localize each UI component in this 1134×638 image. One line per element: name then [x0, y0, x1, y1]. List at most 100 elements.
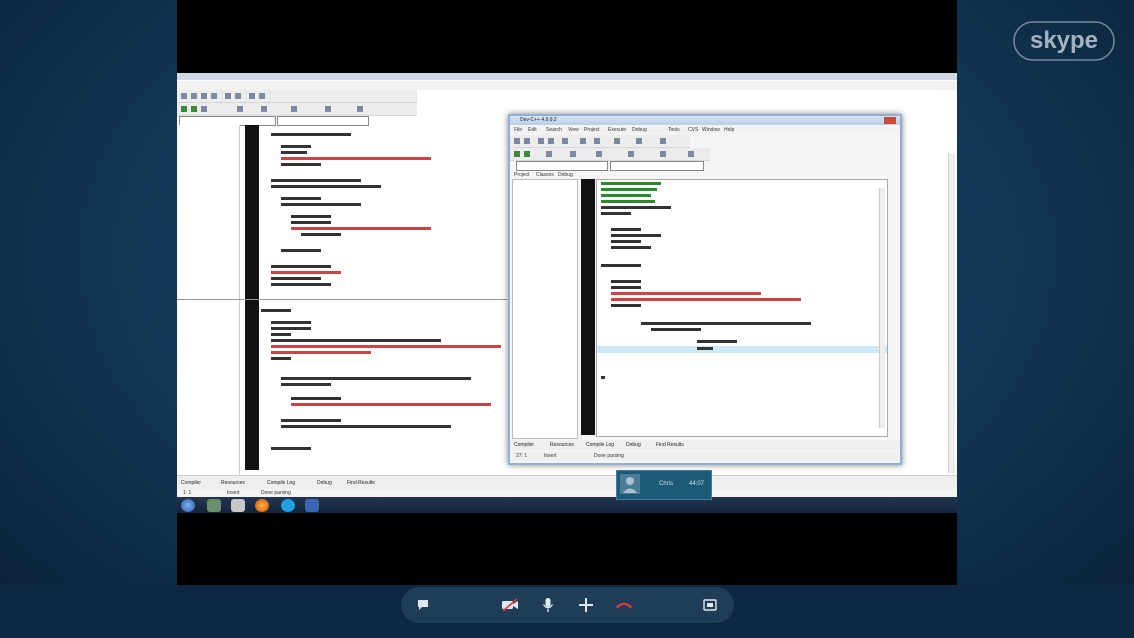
main-toolbar-2 [177, 103, 417, 116]
toolbar-icon [546, 151, 552, 157]
second-status-parsing: Done parsing [594, 453, 624, 459]
hang-up-button[interactable] [614, 595, 634, 615]
second-window-title: Dev-C++ 4.9.9.2 [520, 117, 557, 123]
toolbar-icon [514, 151, 520, 157]
video-off-icon [502, 598, 518, 612]
second-tab-debug[interactable]: Debug [626, 442, 641, 448]
toolbar-icon [636, 138, 642, 144]
toolbar-icon [660, 151, 666, 157]
call-controls-bar [401, 587, 734, 623]
main-status-parsing: Done parsing [261, 490, 291, 496]
main-tab-find-results[interactable]: Find Results [347, 480, 375, 486]
firefox-icon [255, 499, 269, 512]
second-tab-compiler[interactable]: Compiler [514, 442, 534, 448]
menu-edit[interactable]: Edit [528, 127, 537, 133]
second-class-combo[interactable] [516, 161, 608, 171]
main-tab-resources[interactable]: Resources [221, 480, 245, 486]
toolbar-icon [325, 106, 331, 112]
main-scrollbar[interactable] [948, 153, 955, 473]
toolbar-icon [580, 138, 586, 144]
menu-execute[interactable]: Execute [608, 127, 626, 133]
shared-screen-video[interactable]: Compiler Resources Compile Log Debug Fin… [177, 0, 957, 585]
skype-logo-text: skype [1030, 27, 1098, 54]
menu-project[interactable]: Project [584, 127, 600, 133]
avatar-icon [623, 477, 637, 493]
hang-up-icon [615, 602, 633, 609]
menu-debug[interactable]: Debug [632, 127, 647, 133]
add-button[interactable] [576, 595, 596, 615]
chat-icon [418, 600, 428, 610]
toolbar-icon [291, 106, 297, 112]
menu-view[interactable]: View [568, 127, 579, 133]
tab-project[interactable]: Project [514, 172, 530, 178]
toolbar-icon [201, 93, 207, 99]
main-tab-debug[interactable]: Debug [317, 480, 332, 486]
second-tab-resources[interactable]: Resources [550, 442, 574, 448]
tab-debug[interactable]: Debug [558, 172, 573, 178]
toolbar-icon [211, 93, 217, 99]
second-left-tabs: Project Classes Debug [512, 172, 576, 179]
toolbar-icon [249, 93, 255, 99]
editor-gutter [245, 125, 259, 470]
toolbar-icon [660, 138, 666, 144]
main-tab-compile-log[interactable]: Compile Log [267, 480, 295, 486]
main-bottom-tabs: Compiler Resources Compile Log Debug Fin… [177, 475, 957, 490]
remote-desktop: Compiler Resources Compile Log Debug Fin… [177, 73, 957, 513]
remote-taskbar [177, 497, 957, 513]
second-window-menubar: File Edit Search View Project Execute De… [510, 126, 900, 134]
toolbar-icon [514, 138, 520, 144]
menu-cvs[interactable]: CVS [688, 127, 698, 133]
toolbar-icon [688, 151, 694, 157]
second-toolbar-1 [510, 135, 690, 148]
close-icon[interactable] [884, 117, 896, 124]
second-status-bar: 27: 1 Insert Done parsing [510, 452, 900, 461]
toolbar-icon [181, 93, 187, 99]
video-toggle-button[interactable] [500, 595, 520, 615]
toolbar-icon [237, 106, 243, 112]
second-member-combo[interactable] [610, 161, 704, 171]
second-bottom-tabs: Compiler Resources Compile Log Debug Fin… [510, 440, 900, 450]
fullscreen-icon [703, 599, 717, 611]
menu-tools[interactable]: Tools [668, 127, 680, 133]
main-window-menubar [177, 81, 957, 90]
taskbar-app-icon [231, 499, 245, 512]
mute-button[interactable] [538, 595, 558, 615]
toolbar-icon [524, 151, 530, 157]
project-panel [177, 125, 240, 475]
taskbar-app-icon [207, 499, 221, 512]
microphone-icon [542, 598, 554, 612]
chat-button[interactable] [413, 595, 433, 615]
menu-search[interactable]: Search [546, 127, 562, 133]
toolbar-icon [614, 138, 620, 144]
fullscreen-button[interactable] [700, 595, 720, 615]
toolbar-icon [594, 138, 600, 144]
second-code-editor[interactable] [596, 179, 888, 437]
toolbar-icon [538, 138, 544, 144]
menu-help[interactable]: Help [724, 127, 734, 133]
second-tab-compile-log[interactable]: Compile Log [586, 442, 614, 448]
main-status-mode: Insert [227, 490, 240, 496]
toolbar-icon [225, 93, 231, 99]
toolbar-icon [191, 93, 197, 99]
second-toolbar-2 [510, 148, 710, 161]
second-editor-gutter [581, 179, 595, 435]
second-ide-window[interactable]: Dev-C++ 4.9.9.2 File Edit Search View Pr… [508, 114, 902, 465]
second-project-panel [512, 179, 578, 439]
toolbar-icon [562, 138, 568, 144]
toolbar-icon [235, 93, 241, 99]
taskbar-app-icon [305, 499, 319, 512]
tab-classes[interactable]: Classes [536, 172, 554, 178]
main-status-position: 1: 1 [183, 490, 192, 496]
toolbar-icon [181, 106, 187, 112]
second-window-titlebar: Dev-C++ 4.9.9.2 [510, 116, 900, 125]
menu-window[interactable]: Window [702, 127, 720, 133]
member-combo[interactable] [277, 116, 369, 126]
caller-preview[interactable]: Chris 44:07 [616, 470, 712, 500]
toolbar-icon [259, 93, 265, 99]
main-tab-compiler[interactable]: Compiler [181, 480, 201, 486]
second-status-mode: Insert [544, 453, 557, 459]
second-tab-find-results[interactable]: Find Results [656, 442, 684, 448]
menu-file[interactable]: File [514, 127, 522, 133]
avatar [620, 474, 640, 494]
plus-icon [579, 598, 593, 612]
